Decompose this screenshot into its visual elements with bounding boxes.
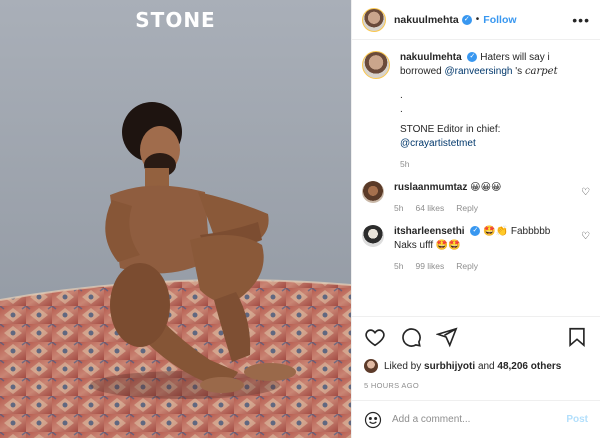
caption-editor-line: STONE Editor in chief: — [400, 124, 501, 135]
action-icons — [364, 325, 588, 349]
smiley-icon[interactable] — [364, 411, 382, 429]
liker-avatar[interactable] — [364, 359, 378, 373]
add-comment-input[interactable] — [392, 414, 567, 425]
post-header: nakuulmehta ✓ • Follow ••• — [352, 0, 600, 40]
comment-reply-button[interactable]: Reply — [456, 201, 478, 215]
follow-button[interactable]: Follow — [483, 14, 516, 26]
post-photo[interactable]: STONE — [0, 0, 351, 438]
comment-username[interactable]: ruslaanmumtaz — [394, 182, 467, 193]
comment-body: ruslaanmumtaz 😀😀😀 5h 64 likes Reply — [394, 181, 575, 215]
comment-meta: 5h 64 likes Reply — [394, 201, 575, 215]
caption-suffix: 's — [515, 66, 523, 77]
likes-prefix: Liked by — [384, 360, 422, 372]
caption-dot-2: . — [400, 104, 403, 115]
comment-text: 😀😀😀 — [470, 182, 502, 193]
post-timestamp[interactable]: 5 HOURS AGO — [364, 381, 588, 390]
author-avatar[interactable] — [362, 7, 386, 32]
post-sidebar: nakuulmehta ✓ • Follow ••• nakuulmehta ✓… — [351, 0, 600, 438]
heart-icon[interactable] — [364, 326, 386, 348]
caption-avatar[interactable] — [362, 51, 390, 79]
instagram-post-modal: STONE nakuulmehta ✓ • Follow ••• nakuulm… — [0, 0, 600, 438]
comment-likes[interactable]: 64 likes — [415, 201, 444, 215]
more-options-icon[interactable]: ••• — [572, 12, 590, 28]
caption-time[interactable]: 5h — [400, 157, 409, 171]
caption-cursive-word: carpet — [524, 66, 558, 77]
caption: nakuulmehta ✓ Haters will say i borrowed… — [362, 51, 590, 171]
caption-body: nakuulmehta ✓ Haters will say i borrowed… — [400, 51, 590, 171]
verified-badge-icon: ✓ — [470, 226, 481, 237]
liker-username[interactable]: surbhijyoti — [424, 361, 475, 372]
comment-reply-button[interactable]: Reply — [456, 259, 478, 273]
caption-mention[interactable]: @ranveersingh — [444, 66, 512, 77]
verified-badge-icon: ✓ — [467, 52, 478, 63]
comments-scroll-area[interactable]: nakuulmehta ✓ Haters will say i borrowed… — [352, 41, 600, 311]
magazine-logo: STONE — [135, 8, 216, 32]
comment: ruslaanmumtaz 😀😀😀 5h 64 likes Reply ♡ — [362, 181, 590, 215]
comment-meta: 5h 99 likes Reply — [394, 259, 575, 273]
post-comment-button[interactable]: Post — [566, 414, 588, 425]
comment-body: itsharleensethi ✓ 🤩👏 Fabbbbb Naks ufff 🤩… — [394, 225, 575, 273]
comment-like-heart-icon[interactable]: ♡ — [581, 231, 590, 242]
comment-time[interactable]: 5h — [394, 259, 403, 273]
comment-like-heart-icon[interactable]: ♡ — [581, 187, 590, 198]
likes-others-count[interactable]: 48,206 others — [497, 361, 561, 372]
commenter-avatar[interactable] — [362, 225, 384, 247]
separator-dot: • — [475, 14, 480, 25]
comment-username[interactable]: itsharleensethi — [394, 226, 465, 237]
post-actions: Liked by surbhijyoti and 48,206 others 5… — [352, 316, 600, 390]
caption-dot-1: . — [400, 90, 403, 101]
comment-icon[interactable] — [400, 326, 422, 348]
bookmark-icon[interactable] — [566, 326, 588, 348]
photo-illustration — [0, 0, 351, 438]
caption-username[interactable]: nakuulmehta — [400, 52, 462, 63]
likes-and: and — [477, 360, 495, 372]
comment-time[interactable]: 5h — [394, 201, 403, 215]
comment: itsharleensethi ✓ 🤩👏 Fabbbbb Naks ufff 🤩… — [362, 225, 590, 273]
likes-summary: Liked by surbhijyoti and 48,206 others — [364, 359, 588, 373]
share-icon[interactable] — [436, 326, 458, 348]
caption-editor-mention[interactable]: @crayartistetmet — [400, 137, 590, 151]
comment-likes[interactable]: 99 likes — [415, 259, 444, 273]
author-username[interactable]: nakuulmehta — [394, 14, 459, 26]
caption-meta: 5h — [400, 157, 590, 171]
add-comment-bar: Post — [352, 400, 600, 438]
verified-badge-icon: ✓ — [461, 14, 472, 25]
commenter-avatar[interactable] — [362, 181, 384, 203]
